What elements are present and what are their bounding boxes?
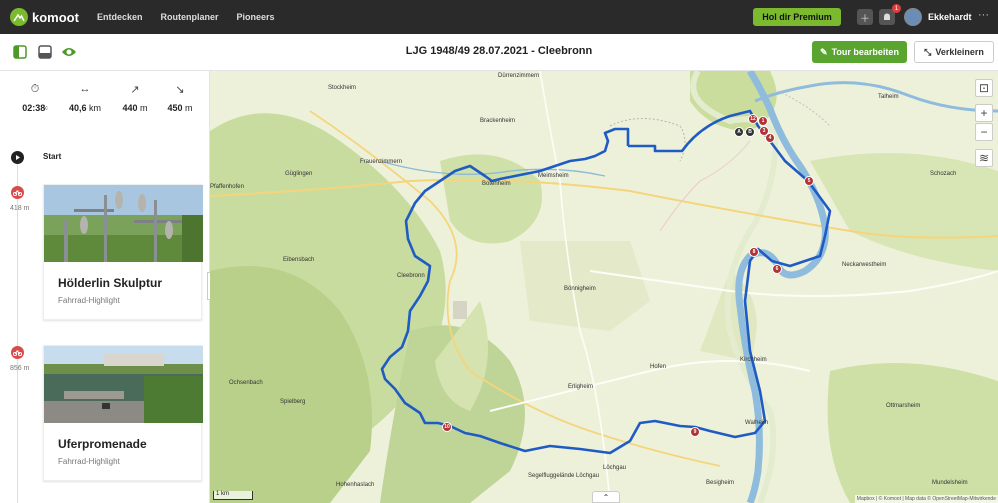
shrink-label: Verkleinern: [935, 47, 984, 57]
town-label: Ottmarsheim: [886, 403, 921, 409]
town-label: Segelfluggelände Löchgau: [528, 473, 600, 479]
expand-panel-chevron-up-icon[interactable]: ⌃: [592, 491, 620, 503]
stat-uphill: ↗ 440 m: [110, 83, 160, 113]
waypoint-marker[interactable]: A: [734, 127, 744, 137]
town-label: Botenheim: [482, 181, 511, 187]
highlight-subtitle: Fahrrad-Highlight: [58, 457, 120, 466]
highlight-photo: [44, 185, 203, 262]
town-label: Besigheim: [706, 480, 735, 486]
stat-downhill: ↘ 450 m: [155, 83, 205, 113]
town-label: Ochsenbach: [229, 380, 263, 386]
duration-value: 02:38: [22, 103, 46, 113]
top-navigation-bar: komoot Entdecken Routenplaner Pioneers H…: [0, 0, 998, 34]
map-canvas: [210, 71, 998, 503]
notification-badge: 1: [892, 4, 901, 13]
stopwatch-icon: ⏱: [30, 83, 40, 95]
town-label: Löchgau: [603, 465, 627, 471]
komoot-logo-icon: [10, 8, 28, 26]
zoom-in-icon[interactable]: +: [975, 104, 993, 122]
bike-highlight-icon: [11, 346, 24, 359]
town-label: Kirchheim: [740, 357, 767, 363]
highlight-photo: [44, 346, 203, 423]
town-label: Güglingen: [285, 171, 313, 177]
town-label: Schozach: [930, 171, 957, 177]
distance-arrows-icon: ↔: [79, 83, 91, 95]
waypoint-marker[interactable]: 5: [804, 176, 814, 186]
waypoint-marker[interactable]: 9: [690, 427, 700, 437]
map-view[interactable]: Stockheim Dürrenzimmern Brackenheim Talh…: [210, 71, 998, 503]
town-label: Stockheim: [328, 85, 357, 91]
layers-icon[interactable]: ≋: [975, 149, 993, 167]
waypoint-marker[interactable]: B: [745, 127, 755, 137]
edit-tour-label: Tour bearbeiten: [831, 47, 899, 57]
town-label: Walheim: [745, 420, 769, 426]
collapse-arrows-icon: ⤡: [924, 46, 932, 57]
waypoint-marker[interactable]: 12: [748, 114, 758, 124]
town-label: Meimsheim: [538, 173, 569, 179]
highlight-card[interactable]: Uferpromenade Fahrrad-Highlight: [43, 345, 203, 481]
main-nav: Entdecken Routenplaner Pioneers: [97, 12, 275, 22]
town-label: Eibensbach: [283, 257, 315, 263]
highlight-subtitle: Fahrrad-Highlight: [58, 296, 120, 305]
premium-button[interactable]: Hol dir Premium: [753, 8, 841, 26]
highlight-title: Hölderlin Skulptur: [58, 276, 163, 290]
waypoint-marker[interactable]: 10: [442, 422, 452, 432]
nav-routenplaner[interactable]: Routenplaner: [160, 12, 218, 22]
town-label: Bönnigheim: [564, 286, 596, 292]
start-label: Start: [43, 152, 62, 161]
locate-icon[interactable]: ⊡: [975, 79, 993, 97]
username[interactable]: Ekkehardt: [928, 12, 972, 22]
downhill-arrow-icon: ↘: [175, 84, 185, 96]
map-scale: 1 km: [213, 491, 253, 500]
town-label: Talheim: [878, 94, 899, 100]
uphill-arrow-icon: ↗: [130, 84, 140, 96]
highlight-title: Uferpromenade: [58, 437, 147, 451]
stat-distance: ↔ 40,6 km: [60, 83, 110, 113]
tour-header-bar: LJG 1948/49 28.07.2021 - Cleebronn ✎ Tou…: [0, 34, 998, 71]
downhill-value: 450: [167, 103, 183, 113]
town-label: Hofen: [650, 364, 667, 370]
uphill-value: 440: [122, 103, 138, 113]
map-attribution[interactable]: Mapbox | © Komoot | Map data © OpenStree…: [854, 495, 998, 503]
distance-value: 40,6: [68, 103, 87, 113]
tour-sidebar: ⏱ 02:38ᶜ ↔ 40,6 km ↗ 440 m ↘ 450 m Start…: [0, 71, 210, 503]
waypoint-marker[interactable]: 8: [749, 247, 759, 257]
town-label: Dürrenzimmern: [498, 73, 540, 79]
bike-highlight-icon: [11, 186, 24, 199]
town-label: Spielberg: [280, 399, 306, 405]
komoot-logo[interactable]: komoot: [10, 8, 79, 26]
town-label: Pfaffenhofen: [210, 184, 244, 190]
town-label: Frauenzimmern: [360, 159, 403, 165]
downhill-unit: m: [185, 103, 193, 113]
waypoint-marker[interactable]: 4: [765, 133, 775, 143]
town-label: Hohenhaslach: [336, 482, 375, 488]
highlight-distance: 856 m: [10, 365, 30, 372]
edit-tour-button[interactable]: ✎ Tour bearbeiten: [812, 41, 907, 63]
uphill-unit: m: [140, 103, 148, 113]
tour-stats: ⏱ 02:38ᶜ ↔ 40,6 km ↗ 440 m ↘ 450 m: [0, 71, 209, 131]
more-menu-icon[interactable]: ···: [978, 9, 989, 21]
zoom-out-icon[interactable]: −: [975, 123, 993, 141]
waypoint-marker[interactable]: 1: [758, 116, 768, 126]
add-tour-icon[interactable]: ＋: [857, 9, 873, 25]
town-label: Brackenheim: [480, 118, 516, 124]
town-label: Cleebronn: [397, 273, 425, 279]
town-label: Neckarwestheim: [842, 262, 887, 268]
highlight-card[interactable]: Hölderlin Skulptur Fahrrad-Highlight: [43, 184, 203, 320]
pencil-icon: ✎: [820, 46, 828, 57]
town-label: Mundelsheim: [932, 480, 968, 486]
komoot-logo-text: komoot: [32, 9, 79, 25]
shrink-button[interactable]: ⤡ Verkleinern: [914, 41, 994, 63]
start-play-icon: [11, 151, 24, 164]
nav-pioneers[interactable]: Pioneers: [236, 12, 274, 22]
distance-unit: km: [89, 103, 102, 113]
stat-duration: ⏱ 02:38ᶜ: [10, 83, 60, 113]
town-label: Erligheim: [568, 384, 594, 390]
nav-entdecken[interactable]: Entdecken: [97, 12, 143, 22]
highlight-distance: 418 m: [10, 205, 30, 212]
avatar[interactable]: [904, 8, 922, 26]
waypoint-marker[interactable]: 6: [772, 264, 782, 274]
